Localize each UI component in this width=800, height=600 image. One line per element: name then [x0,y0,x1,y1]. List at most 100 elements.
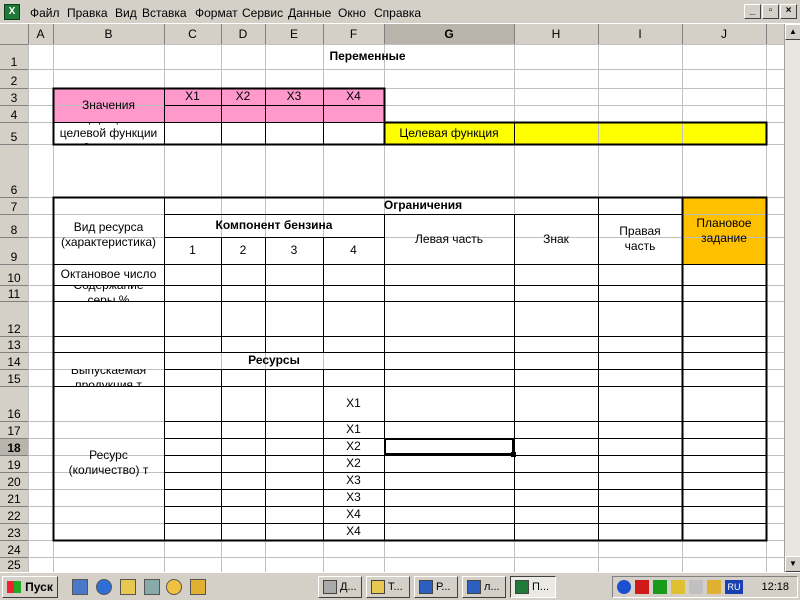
row-header-8[interactable]: 8 [0,216,28,239]
sign-label: Знак [543,231,569,246]
row-header-13[interactable]: 13 [0,338,28,354]
column-header-g[interactable]: G [384,24,514,44]
worksheet[interactable]: A B C D E F G H I J 1 2 3 4 5 6 7 8 9 10 11 12 13 14 15 16 17 18 19 2… [0,24,800,572]
row-header-10[interactable]: 10 [0,266,28,287]
row-header-20[interactable]: 20 [0,474,28,491]
column-header-i[interactable]: I [598,24,682,44]
row-header-24[interactable]: 24 [0,542,28,559]
active-cell [384,438,514,455]
scroll-up-icon[interactable]: ▲ [785,24,800,40]
column-header-a[interactable]: A [28,24,53,44]
ie-icon[interactable] [96,579,112,595]
row-header-11[interactable]: 11 [0,287,28,303]
resource-var-19: X2 [346,456,361,470]
left-part-label: Левая часть [415,231,483,246]
clock-icon[interactable] [166,579,182,595]
row-header-25[interactable]: 25 [0,558,28,572]
clock: 12:18 [761,581,789,593]
row-header-18[interactable]: 18 [0,440,28,457]
column-header-e[interactable]: E [265,24,323,44]
component-1: 1 [189,243,196,257]
excel-icon[interactable]: X [4,4,20,20]
menu-tools[interactable]: Сервис [242,5,283,21]
row-header-1[interactable]: 1 [0,46,28,71]
row-header-3[interactable]: 3 [0,90,28,107]
resource-qty-label: Ресурс (количество) т [68,448,149,477]
menu-help[interactable]: Справка [374,5,421,21]
row-header-7[interactable]: 7 [0,199,28,216]
coef-label: Коэффициенты целевой функции (себестоимо… [59,122,158,144]
row-header-14[interactable]: 14 [0,354,28,371]
row-header-22[interactable]: 22 [0,508,28,525]
row-header-16[interactable]: 16 [0,388,28,423]
menu-bar: X Файл Правка Вид Вставка Формат Сервис … [0,0,800,24]
row-header-9[interactable]: 9 [0,239,28,266]
resource-kind-label: Вид ресурса (характеристика) [60,219,157,249]
close-button[interactable]: × [780,4,797,19]
task-l[interactable]: л... [462,576,506,598]
green-icon[interactable] [653,580,667,594]
menu-view[interactable]: Вид [115,5,137,21]
resource-var-18: X2 [346,439,361,453]
task-p[interactable]: П... [510,576,556,598]
show-desktop-icon[interactable] [72,579,88,595]
resource-var-23: X4 [346,524,361,538]
var-x2: X2 [235,89,251,103]
row-header-12[interactable]: 12 [0,303,28,338]
pencil-icon[interactable] [190,579,206,595]
row-header-19[interactable]: 19 [0,457,28,474]
task-d[interactable]: Д... [318,576,362,598]
row-header-5[interactable]: 5 [0,124,28,146]
menu-window[interactable]: Окно [338,5,366,21]
vertical-scrollbar[interactable]: ▲ ▼ [784,24,800,572]
row-header-15[interactable]: 15 [0,371,28,388]
word-icon [419,580,433,594]
var-x1: X1 [185,89,200,103]
row-header-4[interactable]: 4 [0,107,28,124]
resource-var-20: X3 [346,473,361,487]
column-header-j[interactable]: J [682,24,766,44]
system-tray: RU 12:18 [612,576,798,598]
restore-button[interactable]: ▫ [762,4,779,19]
column-header-h[interactable]: H [514,24,598,44]
variables-title: Переменные [329,49,406,63]
monitor-icon[interactable] [707,580,721,594]
row-header-17[interactable]: 17 [0,423,28,440]
menu-file[interactable]: Файл [30,5,60,21]
k-icon[interactable] [635,580,649,594]
menu-insert[interactable]: Вставка [142,5,187,21]
speaker-icon[interactable] [689,580,703,594]
start-button[interactable]: Пуск [2,576,58,598]
start-label: Пуск [25,580,53,594]
values-label: Значения [81,97,136,112]
mycomputer-icon[interactable] [144,579,160,595]
task-r[interactable]: Р... [414,576,458,598]
scroll-down-icon[interactable]: ▼ [785,556,800,572]
column-header-d[interactable]: D [221,24,265,44]
sulfur-label: Содержание серы % [73,285,144,301]
row-header-21[interactable]: 21 [0,491,28,508]
gasoline-component-label: Компонент бензина [215,218,333,232]
pencil-icon[interactable] [671,580,685,594]
menu-format[interactable]: Формат [195,5,238,21]
windows-flag-icon [7,581,22,593]
column-header-b[interactable]: B [53,24,164,44]
plan-task-label: Плановое задание [696,215,752,245]
resource-var-21: X3 [346,490,361,504]
language-indicator[interactable]: RU [725,580,743,594]
menu-data[interactable]: Данные [288,5,331,21]
search-icon [371,580,385,594]
resource-var-16: X1 [346,396,361,410]
minimize-button[interactable]: _ [744,4,761,19]
row-header-6[interactable]: 6 [0,146,28,199]
menu-edit[interactable]: Правка [67,5,108,21]
task-t[interactable]: Т... [366,576,410,598]
help-icon[interactable] [617,580,631,594]
column-header-c[interactable]: C [164,24,221,44]
column-header-f[interactable]: F [323,24,384,44]
row-header-23[interactable]: 23 [0,525,28,542]
component-2: 2 [239,243,247,257]
constraints-title: Ограничения [383,198,463,212]
row-header-2[interactable]: 2 [0,71,28,90]
folder-icon[interactable] [120,579,136,595]
